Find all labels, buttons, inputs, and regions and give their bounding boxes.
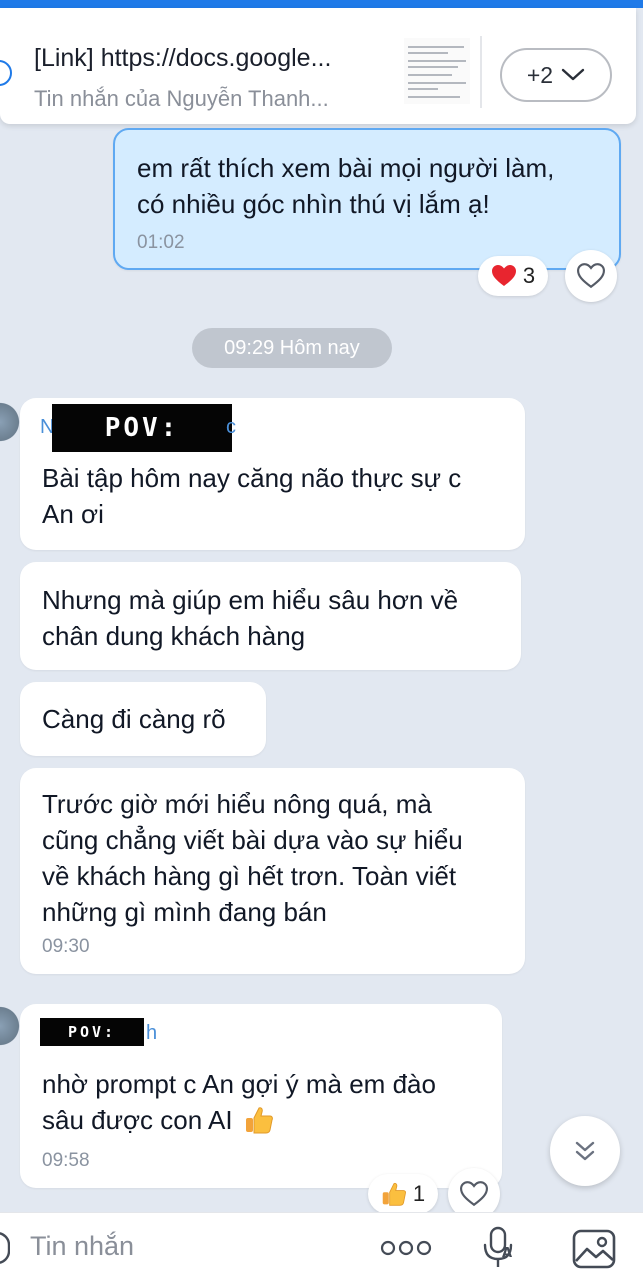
heart-icon [491,265,516,286]
pinned-subtitle: Tin nhắn của Nguyễn Thanh... [34,86,329,111]
top-accent-bar [0,0,643,8]
document-thumbnail[interactable] [404,38,470,104]
sender-name-fragment: h [146,1022,158,1044]
reaction-badge[interactable]: 1 [368,1174,438,1214]
more-options-icon[interactable] [380,1237,432,1259]
like-button[interactable] [565,250,617,302]
more-pinned-button[interactable]: +2 [500,48,612,102]
thumbs-up-icon [382,1182,406,1206]
message-input-bar: Tin nhắn A [0,1212,643,1280]
outgoing-message[interactable]: em rất thích xem bài mọi người làm, có n… [113,128,621,270]
scroll-to-bottom-button[interactable] [550,1116,620,1186]
incoming-message[interactable]: Càng đi càng rõ [20,682,266,756]
message-text: em rất thích xem bài mọi người làm, có n… [137,153,555,219]
heart-outline-icon [460,1181,488,1207]
redacted-sender-name: POV: [40,1018,144,1046]
incoming-message[interactable]: N POV: c Bài tập hôm nay căng não thực s… [20,398,525,550]
message-input[interactable]: Tin nhắn [30,1231,134,1262]
reaction-badge[interactable]: 3 [478,256,548,296]
message-time: 01:02 [137,232,185,253]
incoming-message[interactable]: Nhưng mà giúp em hiểu sâu hơn về chân du… [20,562,521,670]
pin-icon [0,60,12,86]
reaction-count: 1 [412,1181,426,1206]
more-pinned-count: +2 [526,61,554,88]
heart-outline-icon [577,263,605,289]
pinned-title[interactable]: [Link] https://docs.google... [34,44,331,73]
incoming-message[interactable]: Trước giờ mới hiểu nông quá, mà cũng chẳ… [20,768,525,974]
reaction-count: 3 [522,263,536,288]
thumbs-up-emoji-icon [245,1107,273,1134]
sender-name-fragment: c [226,416,236,438]
message-time: 09:58 [42,1150,90,1171]
message-text: Bài tập hôm nay căng não thực sự c An ơi [42,463,462,529]
voice-to-text-icon[interactable]: A [480,1225,518,1271]
svg-text:A: A [502,1246,512,1261]
redacted-sender-name: POV: [52,404,232,452]
chevron-down-icon [561,68,585,81]
incoming-message[interactable]: POV: h nhờ prompt c An gợi ý mà em đào s… [20,1004,502,1188]
date-separator: 09:29 Hôm nay [192,328,392,368]
message-text: nhờ prompt c An gợi ý mà em đào sâu được… [42,1069,436,1135]
message-text: Nhưng mà giúp em hiểu sâu hơn về chân du… [42,585,459,651]
message-text: Trước giờ mới hiểu nông quá, mà cũng chẳ… [42,789,463,927]
image-icon[interactable] [572,1229,616,1269]
double-chevron-down-icon [575,1141,595,1161]
pinned-message-banner[interactable]: [Link] https://docs.google... Tin nhắn c… [0,8,636,124]
emoji-icon[interactable] [0,1231,10,1265]
message-time: 09:30 [42,936,90,957]
message-text: Càng đi càng rõ [42,704,226,734]
divider [480,36,482,108]
